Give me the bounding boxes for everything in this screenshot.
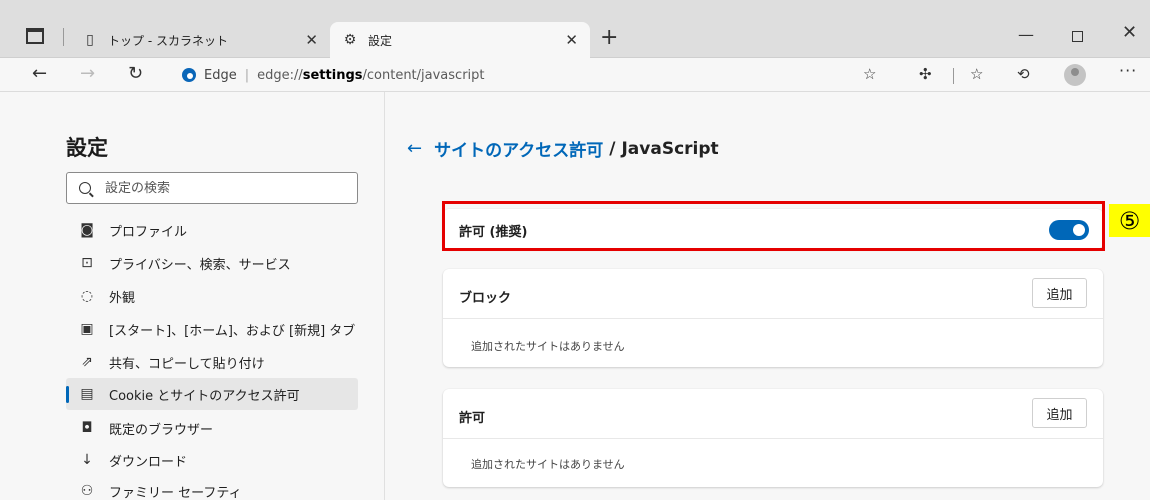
breadcrumb: ← サイトのアクセス許可 / JavaScript: [407, 136, 719, 161]
profile-icon: ◙: [80, 222, 94, 238]
url-scheme: edge://: [257, 67, 303, 83]
sidebar-item-family-safety[interactable]: ⚇ ファミリー セーフティ: [66, 475, 358, 500]
sidebar-item-appearance[interactable]: ◌ 外観: [66, 280, 358, 312]
block-add-button[interactable]: 追加: [1032, 278, 1087, 308]
forward-icon[interactable]: →: [80, 63, 95, 84]
sidebar-item-label: ダウンロード: [109, 454, 188, 470]
allow-section-title: 許可: [459, 411, 486, 426]
sidebar-item-label: 外観: [109, 290, 136, 306]
sidebar-item-downloads[interactable]: ↓ ダウンロード: [66, 444, 358, 476]
toolbar-divider: [953, 68, 954, 84]
settings-content: ← サイトのアクセス許可 / JavaScript 許可 (推奨) ブロック 追…: [385, 92, 1150, 500]
allow-recommended-card: 許可 (推奨): [443, 209, 1103, 249]
breadcrumb-parent-link[interactable]: サイトのアクセス許可: [434, 136, 603, 161]
add-favorite-icon[interactable]: ☆: [863, 65, 876, 83]
profile-avatar[interactable]: [1064, 64, 1086, 86]
settings-sidebar: 設定 ◙ プロファイル ⊡ プライバシー、検索、サービス ◌ 外観 ▣ [スター…: [0, 92, 385, 500]
address-brand: Edge: [204, 67, 237, 83]
page-title: JavaScript: [621, 138, 719, 159]
tab-title: トップ - スカラネット: [108, 33, 228, 48]
lock-icon: ⊡: [81, 255, 93, 271]
window-close-button[interactable]: ✕: [1122, 22, 1137, 43]
allow-empty-message: 追加されたサイトはありません: [471, 458, 625, 471]
home-tabs-icon: ▣: [80, 321, 94, 337]
reload-icon[interactable]: ↻: [128, 63, 143, 84]
more-icon[interactable]: ···: [1119, 61, 1137, 80]
back-arrow-icon[interactable]: ←: [407, 138, 422, 159]
block-empty-message: 追加されたサイトはありません: [471, 340, 625, 353]
address-bar[interactable]: Edge | edge://settings/content/javascrip…: [170, 61, 900, 89]
sidebar-item-start-home-newtab[interactable]: ▣ [スタート]、[ホーム]、および [新規] タブ: [66, 313, 358, 345]
gear-icon: ⚙: [343, 32, 357, 48]
settings-search[interactable]: [66, 172, 358, 204]
extensions-icon[interactable]: ✣: [919, 65, 932, 83]
tab-strip: ▯ トップ - スカラネット ✕ ⚙ 設定 ✕ + — ✕: [0, 0, 1150, 58]
toggle-knob: [1073, 224, 1085, 236]
minimize-button[interactable]: —: [1018, 25, 1034, 44]
search-input[interactable]: [105, 180, 345, 196]
divider: [443, 318, 1103, 319]
allow-recommended-label: 許可 (推奨): [459, 225, 528, 240]
sidebar-item-label: ファミリー セーフティ: [109, 485, 242, 500]
allow-section: 許可 追加 追加されたサイトはありません: [443, 389, 1103, 487]
search-icon: [79, 182, 91, 194]
address-separator: |: [244, 67, 250, 83]
close-icon[interactable]: ✕: [565, 31, 578, 49]
allow-add-button[interactable]: 追加: [1032, 398, 1087, 428]
sidebar-item-label: プロファイル: [109, 224, 188, 240]
sidebar-item-label: プライバシー、検索、サービス: [109, 257, 291, 273]
sidebar-item-label: Cookie とサイトのアクセス許可: [109, 388, 300, 404]
palette-icon: ◌: [80, 288, 94, 304]
download-icon: ↓: [81, 452, 93, 468]
new-tab-button[interactable]: +: [600, 27, 618, 49]
browser-toolbar: ← → ↻ Edge | edge://settings/content/jav…: [0, 58, 1150, 92]
tab-scalanet[interactable]: ▯ トップ - スカラネット ✕: [80, 22, 330, 58]
maximize-button[interactable]: [1072, 31, 1083, 42]
breadcrumb-separator: /: [609, 138, 616, 159]
sidebar-item-label: 既定のブラウザー: [109, 422, 214, 438]
active-indicator: [66, 386, 69, 403]
sidebar-item-profile[interactable]: ◙ プロファイル: [66, 214, 358, 246]
tab-settings[interactable]: ⚙ 設定 ✕: [330, 22, 590, 58]
url-host: settings: [302, 67, 363, 83]
default-browser-icon: ◘: [81, 420, 93, 436]
allow-javascript-toggle[interactable]: [1049, 220, 1089, 240]
sidebar-item-label: [スタート]、[ホーム]、および [新規] タブ: [109, 323, 356, 339]
settings-title: 設定: [66, 136, 108, 160]
family-icon: ⚇: [80, 483, 94, 499]
block-section: ブロック 追加 追加されたサイトはありません: [443, 269, 1103, 367]
tab-title: 設定: [368, 33, 393, 48]
sidebar-item-cookies-permissions[interactable]: ▤ Cookie とサイトのアクセス許可: [66, 378, 358, 410]
cookie-permissions-icon: ▤: [80, 386, 94, 402]
sidebar-item-share-copy-paste[interactable]: ⇗ 共有、コピーして貼り付け: [66, 346, 358, 378]
divider: [443, 438, 1103, 439]
page-icon: ▯: [86, 32, 94, 48]
block-section-title: ブロック: [459, 291, 512, 306]
tab-separator: [63, 28, 64, 46]
favorites-icon[interactable]: ☆: [970, 65, 983, 83]
annotation-step-label: ⑤: [1109, 204, 1150, 237]
edge-logo-icon: [182, 68, 196, 82]
sidebar-item-privacy[interactable]: ⊡ プライバシー、検索、サービス: [66, 247, 358, 279]
url-path: /content/javascript: [362, 67, 485, 83]
sidebar-item-label: 共有、コピーして貼り付け: [109, 356, 265, 372]
history-icon[interactable]: ⟲: [1017, 65, 1030, 83]
share-icon: ⇗: [81, 354, 93, 370]
close-icon[interactable]: ✕: [305, 31, 318, 49]
sidebar-item-default-browser[interactable]: ◘ 既定のブラウザー: [66, 412, 358, 444]
tab-actions-icon[interactable]: [26, 28, 44, 44]
back-icon[interactable]: ←: [32, 63, 47, 84]
